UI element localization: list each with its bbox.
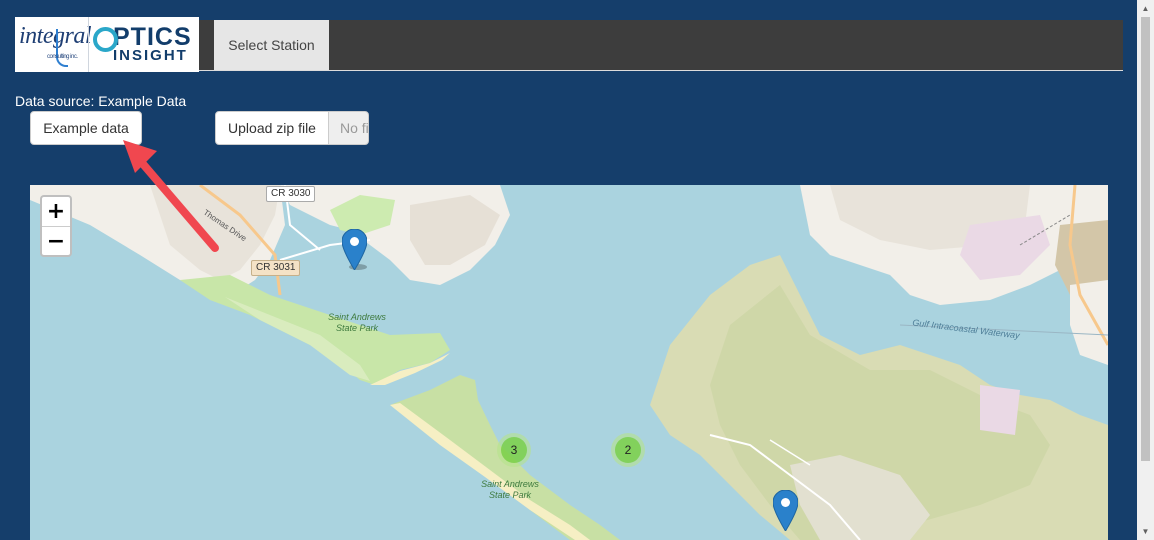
scroll-down-icon[interactable]: ▼ <box>1137 523 1154 540</box>
integral-logo-swoosh <box>56 29 68 67</box>
zoom-control: + − <box>40 195 72 257</box>
page-scrollbar[interactable]: ▲ ▼ <box>1137 0 1154 540</box>
integral-logo-subtitle: consulting inc. <box>47 54 78 60</box>
top-navbar: Select Station <box>199 20 1123 70</box>
station-cluster[interactable]: 3 <box>497 433 531 467</box>
road-label-cr3030: CR 3030 <box>266 186 316 202</box>
file-status-field: No file selected <box>328 111 369 145</box>
park-label-south: Saint Andrews State Park <box>481 479 539 500</box>
integral-logo: integral consulting inc. <box>19 21 92 69</box>
data-source-label: Data source: Example Data <box>15 93 187 109</box>
cluster-count: 3 <box>501 437 527 463</box>
optics-insight-logo: PTICS <box>93 25 192 52</box>
brand-logos: integral consulting inc. PTICS INSIGHT <box>15 17 199 72</box>
file-upload-group: Upload zip file No file selected <box>215 111 369 145</box>
tab-select-station[interactable]: Select Station <box>214 20 329 70</box>
road-label-cr3031: CR 3031 <box>251 260 301 276</box>
zoom-out-button[interactable]: − <box>42 226 70 256</box>
park-label-north: Saint Andrews State Park <box>328 312 386 333</box>
annotation-arrow-icon <box>123 140 219 252</box>
zoom-in-button[interactable]: + <box>42 197 70 226</box>
station-cluster[interactable]: 2 <box>611 433 645 467</box>
location-marker-icon[interactable] <box>342 229 367 270</box>
insight-logo-text: INSIGHT <box>113 47 188 64</box>
logo-divider <box>88 17 89 72</box>
navbar-divider <box>199 70 1123 71</box>
scroll-up-icon[interactable]: ▲ <box>1137 0 1154 17</box>
scroll-thumb[interactable] <box>1141 17 1150 461</box>
location-marker-icon[interactable] <box>773 490 798 531</box>
upload-zip-button[interactable]: Upload zip file <box>215 111 329 145</box>
cluster-count: 2 <box>615 437 641 463</box>
integral-logo-text: integral <box>19 23 92 49</box>
